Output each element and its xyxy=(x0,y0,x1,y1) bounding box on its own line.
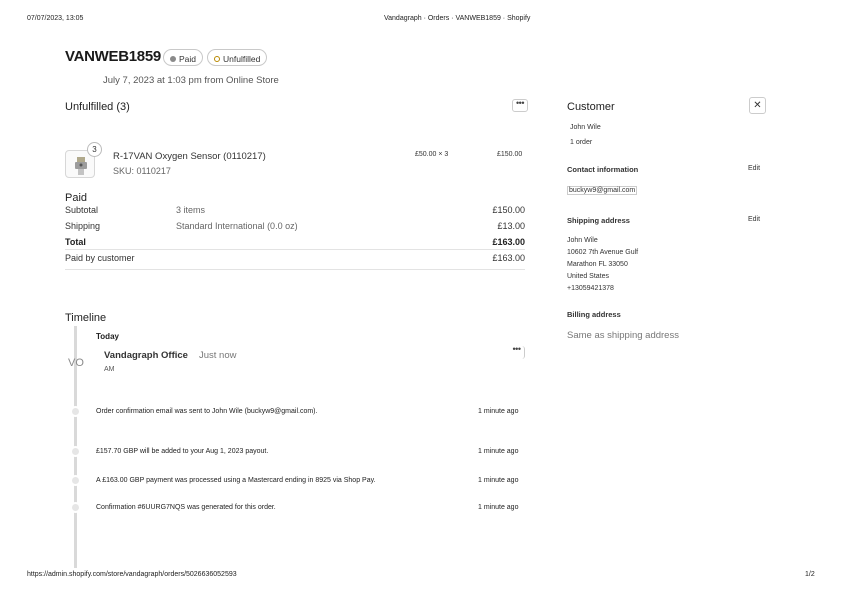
product-line-total: £150.00 xyxy=(497,151,523,158)
comment-more-actions-button[interactable]: ••• xyxy=(509,344,525,359)
order-subtitle: July 7, 2023 at 1:03 pm from Online Stor… xyxy=(103,75,279,86)
billing-address-heading: Billing address xyxy=(567,310,621,319)
contact-edit-button[interactable]: Edit xyxy=(748,165,760,172)
product-name-link[interactable]: R-17VAN Oxygen Sensor (0110217) xyxy=(113,151,266,162)
comment-author: Vandagraph Office xyxy=(104,350,188,361)
paid-badge-label: Paid xyxy=(179,53,197,64)
customer-orders-link[interactable]: 1 order xyxy=(570,139,592,146)
print-page-number: 1/2 xyxy=(805,571,815,578)
unfulfilled-heading: Unfulfilled (3) xyxy=(65,101,130,113)
timeline-event-text: Confirmation #6UURG7NQS was generated fo… xyxy=(96,504,276,511)
comment-time: Just now xyxy=(199,350,237,361)
total-label: Total xyxy=(65,237,86,247)
timeline-event-dot xyxy=(70,406,81,417)
customer-email-link[interactable]: buckyw9@gmail.com xyxy=(567,186,638,195)
commenter-avatar: VO xyxy=(68,357,84,369)
unfulfilled-more-actions-button[interactable]: ••• xyxy=(512,99,528,112)
shipping-edit-button[interactable]: Edit xyxy=(748,216,760,223)
timeline-day: Today xyxy=(96,332,119,341)
more-horizontal-icon: ••• xyxy=(516,98,524,108)
unfulfilled-badge: Unfulfilled xyxy=(207,49,268,66)
timeline-event-time: 1 minute ago xyxy=(478,504,519,511)
customer-name-link[interactable]: John Wile xyxy=(570,124,601,131)
paid-by-customer-amount: £163.00 xyxy=(492,253,525,263)
product-unit-price: £50.00 × 3 xyxy=(415,151,449,158)
order-number: VANWEB1859 xyxy=(65,48,161,65)
divider xyxy=(65,249,525,250)
shipping-address-line: 10602 7th Avenue Gulf xyxy=(567,249,639,256)
print-page-title: Vandagraph · Orders · VANWEB1859 · Shopi… xyxy=(384,15,531,22)
shipping-amount: £13.00 xyxy=(497,221,525,231)
paid-by-customer-label: Paid by customer xyxy=(65,253,135,263)
shipping-detail: Standard International (0.0 oz) xyxy=(176,221,298,231)
timeline-event-dot xyxy=(70,446,81,457)
shipping-address-line: United States xyxy=(567,273,610,280)
print-url: https://admin.shopify.com/store/vandagra… xyxy=(27,571,237,578)
print-datetime: 07/07/2023, 13:05 xyxy=(27,15,84,22)
paid-badge: Paid xyxy=(163,49,204,66)
timeline-event-text: A £163.00 GBP payment was processed usin… xyxy=(96,477,376,484)
timeline-event-dot xyxy=(70,475,81,486)
timeline-event-time: 1 minute ago xyxy=(478,408,519,415)
billing-address-value: Same as shipping address xyxy=(567,330,679,341)
paid-status-icon xyxy=(170,55,176,62)
total-amount: £163.00 xyxy=(492,237,525,247)
timeline-event-time: 1 minute ago xyxy=(478,477,519,484)
contact-info-heading: Contact information xyxy=(567,165,639,174)
unfulfilled-badge-label: Unfulfilled xyxy=(223,53,261,64)
divider xyxy=(65,269,525,270)
shipping-phone: +13059421378 xyxy=(567,285,614,292)
shipping-address-heading: Shipping address xyxy=(567,216,630,225)
close-icon: ✕ xyxy=(753,100,762,111)
quantity-badge: 3 xyxy=(87,142,102,157)
subtotal-detail: 3 items xyxy=(176,205,206,215)
timeline-event-dot xyxy=(70,502,81,513)
subtotal-label: Subtotal xyxy=(65,205,99,215)
unfulfilled-status-icon xyxy=(214,55,220,62)
shipping-label: Shipping xyxy=(65,221,101,231)
shipping-address-line: John Wile xyxy=(567,237,598,244)
timeline-heading: Timeline xyxy=(65,312,107,324)
payment-heading: Paid xyxy=(65,192,88,204)
more-horizontal-icon: ••• xyxy=(512,344,521,354)
timeline-event-time: 1 minute ago xyxy=(478,448,519,455)
timeline-event-text: Order confirmation email was sent to Joh… xyxy=(96,408,318,415)
timeline-event-text: £157.70 GBP will be added to your Aug 1,… xyxy=(96,448,269,455)
product-sku: SKU: 0110217 xyxy=(113,166,171,176)
remove-customer-button[interactable]: ✕ xyxy=(749,97,766,114)
shipping-address-line: Marathon FL 33050 xyxy=(567,261,628,268)
customer-heading: Customer xyxy=(567,101,615,113)
subtotal-amount: £150.00 xyxy=(492,205,525,215)
comment-sub: AM xyxy=(104,366,115,373)
